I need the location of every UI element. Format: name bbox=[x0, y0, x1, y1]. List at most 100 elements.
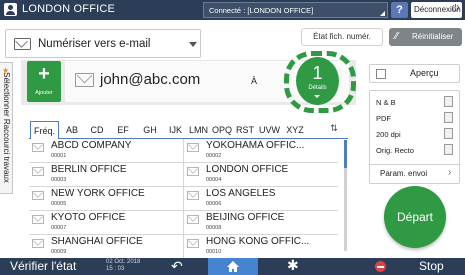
list-item[interactable]: BEIJING OFFICE 00008 bbox=[184, 211, 338, 235]
preview-toggle[interactable]: Aperçu bbox=[369, 64, 460, 83]
address-number: 00001 bbox=[51, 153, 67, 159]
add-destination-button[interactable]: + Ajouter bbox=[27, 61, 61, 102]
address-list: ABCD COMPANY 00001 YOKOHAMA OFFIC... 000… bbox=[29, 139, 342, 261]
address-name: KYOTO OFFICE bbox=[51, 212, 126, 223]
back-icon[interactable]: ↶ bbox=[171, 258, 183, 275]
file-status-button[interactable]: État fich. numér. bbox=[301, 28, 383, 46]
list-item[interactable]: HONG KONG OFFIC... 00010 bbox=[184, 235, 338, 259]
list-item[interactable]: LOS ANGELES 00006 bbox=[184, 187, 338, 211]
address-number: 00003 bbox=[51, 177, 67, 183]
start-button[interactable]: Départ bbox=[384, 186, 446, 248]
send-settings-button[interactable]: Param. envoi › bbox=[370, 164, 459, 183]
address-name: YOKOHAMA OFFIC... bbox=[206, 140, 305, 151]
stop-icon[interactable] bbox=[375, 261, 386, 272]
address-name: ABCD COMPANY bbox=[51, 140, 132, 151]
connection-corner-icon bbox=[380, 11, 385, 16]
reset-button[interactable]: ⁄⁄ Réinitialiser bbox=[389, 28, 462, 46]
tab-rst[interactable]: RST bbox=[234, 121, 256, 139]
scan-settings[interactable]: N & B PDF 200 dpi Orig. Recto Param. env… bbox=[369, 90, 460, 184]
address-number: 00005 bbox=[51, 201, 67, 207]
to-label: À bbox=[251, 76, 258, 86]
mail-icon bbox=[187, 215, 199, 224]
tab-uvw[interactable]: UVW bbox=[257, 121, 282, 139]
home-icon bbox=[227, 261, 239, 272]
address-number: 00008 bbox=[206, 225, 222, 231]
tab-ef[interactable]: EF bbox=[111, 121, 135, 139]
chevron-down-icon bbox=[314, 95, 320, 98]
date-time: 02 Oct. 2018 15 : 03 bbox=[106, 259, 140, 273]
home-button[interactable] bbox=[208, 258, 258, 275]
help-button[interactable]: ? bbox=[391, 2, 408, 18]
tab-freq[interactable]: Fréq. bbox=[30, 121, 59, 140]
mode-select[interactable]: Numériser vers e-mail bbox=[5, 29, 201, 58]
address-name: HONG KONG OFFIC... bbox=[206, 236, 310, 247]
bottom-bar: Vérifier l'état 02 Oct. 2018 15 : 03 ↶ ✱… bbox=[0, 257, 465, 275]
tab-xyz[interactable]: XYZ bbox=[283, 121, 307, 139]
top-bar: LONDON OFFICE Connecté : [LONDON OFFICE]… bbox=[0, 0, 465, 20]
reset-icon: ⁄⁄ bbox=[395, 31, 399, 42]
address-name: LONDON OFFICE bbox=[206, 164, 289, 175]
single-sided-icon bbox=[444, 144, 453, 155]
tab-ab[interactable]: AB bbox=[61, 121, 83, 139]
address-number: 00002 bbox=[206, 153, 222, 159]
tab-ijk[interactable]: IJK bbox=[165, 121, 186, 139]
check-status-button[interactable]: Vérifier l'état bbox=[10, 259, 76, 273]
list-item[interactable]: YOKOHAMA OFFIC... 00002 bbox=[184, 139, 338, 163]
reset-label: Réinitialiser bbox=[412, 32, 454, 41]
mail-icon bbox=[187, 167, 199, 176]
tab-gh[interactable]: GH bbox=[137, 121, 163, 139]
address-name: BEIJING OFFICE bbox=[206, 212, 285, 223]
connection-status: Connecté : [LONDON OFFICE] bbox=[203, 2, 388, 18]
list-item[interactable]: KYOTO OFFICE 00007 bbox=[29, 211, 183, 235]
mail-icon bbox=[32, 215, 44, 224]
list-item[interactable]: ABCD COMPANY 00001 bbox=[29, 139, 183, 163]
mail-icon bbox=[75, 73, 94, 87]
user-icon bbox=[4, 3, 17, 16]
plus-icon: + bbox=[38, 63, 50, 85]
chevron-right-icon: › bbox=[448, 167, 452, 178]
mail-icon bbox=[32, 143, 44, 152]
list-item[interactable]: LONDON OFFICE 00004 bbox=[184, 163, 338, 187]
details-button[interactable]: 1 Détails bbox=[296, 57, 339, 105]
list-item[interactable]: NEW YORK OFFICE 00005 bbox=[29, 187, 183, 211]
color-setting: N & B bbox=[376, 98, 396, 107]
address-name: NEW YORK OFFICE bbox=[51, 188, 145, 199]
date: 02 Oct. 2018 bbox=[106, 259, 141, 265]
mail-icon bbox=[187, 143, 199, 152]
mail-icon bbox=[32, 239, 44, 248]
logout-button[interactable]: Déconnexion ⏻ bbox=[411, 2, 462, 18]
side-tab-label: Sélectionner Raccourci travaux bbox=[2, 72, 11, 183]
tab-lmn[interactable]: LMN bbox=[187, 121, 210, 139]
mode-label: Numériser vers e-mail bbox=[38, 38, 151, 50]
scrollbar-thumb[interactable] bbox=[344, 140, 347, 168]
shortcut-side-tab[interactable]: ★ Sélectionner Raccourci travaux bbox=[0, 62, 13, 194]
power-icon: ⏻ bbox=[451, 3, 459, 13]
address-name: SHANGHAI OFFICE bbox=[51, 236, 143, 247]
resolution-icon bbox=[444, 128, 453, 139]
tab-cd[interactable]: CD bbox=[85, 121, 109, 139]
address-name: LOS ANGELES bbox=[206, 188, 276, 199]
address-number: 00007 bbox=[51, 225, 67, 231]
mail-icon bbox=[32, 167, 44, 176]
list-item[interactable]: SHANGHAI OFFICE 00009 bbox=[29, 235, 183, 259]
address-number: 00009 bbox=[51, 249, 67, 255]
format-setting: PDF bbox=[376, 114, 391, 123]
gear-icon[interactable]: ✱ bbox=[287, 257, 299, 274]
address-name: BERLIN OFFICE bbox=[51, 164, 127, 175]
sort-icon[interactable]: ⇅ bbox=[323, 123, 345, 134]
address-number: 00006 bbox=[206, 201, 222, 207]
destination-address: john@abc.com bbox=[100, 71, 201, 88]
preview-checkbox[interactable] bbox=[376, 69, 386, 79]
address-number: 00004 bbox=[206, 177, 222, 183]
mail-icon bbox=[14, 38, 31, 50]
mail-icon bbox=[32, 191, 44, 200]
tab-opq[interactable]: OPQ bbox=[211, 121, 233, 139]
grid-divider bbox=[183, 139, 184, 261]
destination-count: 1 bbox=[312, 63, 323, 83]
stop-button[interactable]: Stop bbox=[419, 259, 444, 273]
sides-setting: Orig. Recto bbox=[376, 146, 414, 155]
preview-label: Aperçu bbox=[410, 68, 439, 78]
list-item[interactable]: BERLIN OFFICE 00003 bbox=[29, 163, 183, 187]
top-title: LONDON OFFICE bbox=[22, 3, 116, 15]
mail-icon bbox=[187, 239, 199, 248]
